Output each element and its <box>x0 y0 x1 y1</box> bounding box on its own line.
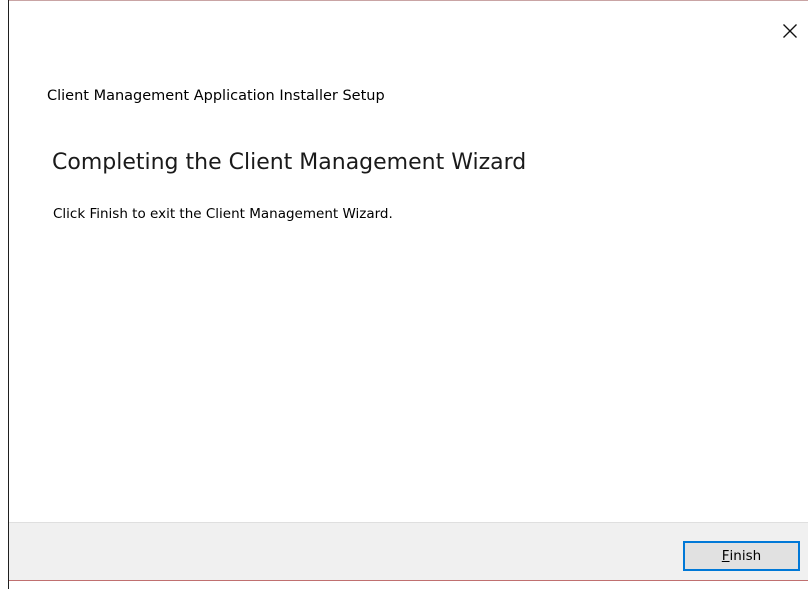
close-icon <box>782 23 798 39</box>
window-bottom-edge <box>9 580 808 581</box>
window-title: Client Management Application Installer … <box>47 88 385 104</box>
installer-window: Client Management Application Installer … <box>0 0 808 589</box>
close-button[interactable] <box>772 14 808 48</box>
finish-mnemonic: F <box>721 548 730 564</box>
window-left-edge <box>0 0 9 589</box>
window-top-edge <box>9 0 808 1</box>
finish-button[interactable]: Finish <box>683 541 800 571</box>
finish-label-rest: inish <box>729 548 762 564</box>
finish-button-label: Finish <box>686 544 797 568</box>
page-heading: Completing the Client Management Wizard <box>52 150 527 175</box>
instruction-text: Click Finish to exit the Client Manageme… <box>53 206 393 222</box>
